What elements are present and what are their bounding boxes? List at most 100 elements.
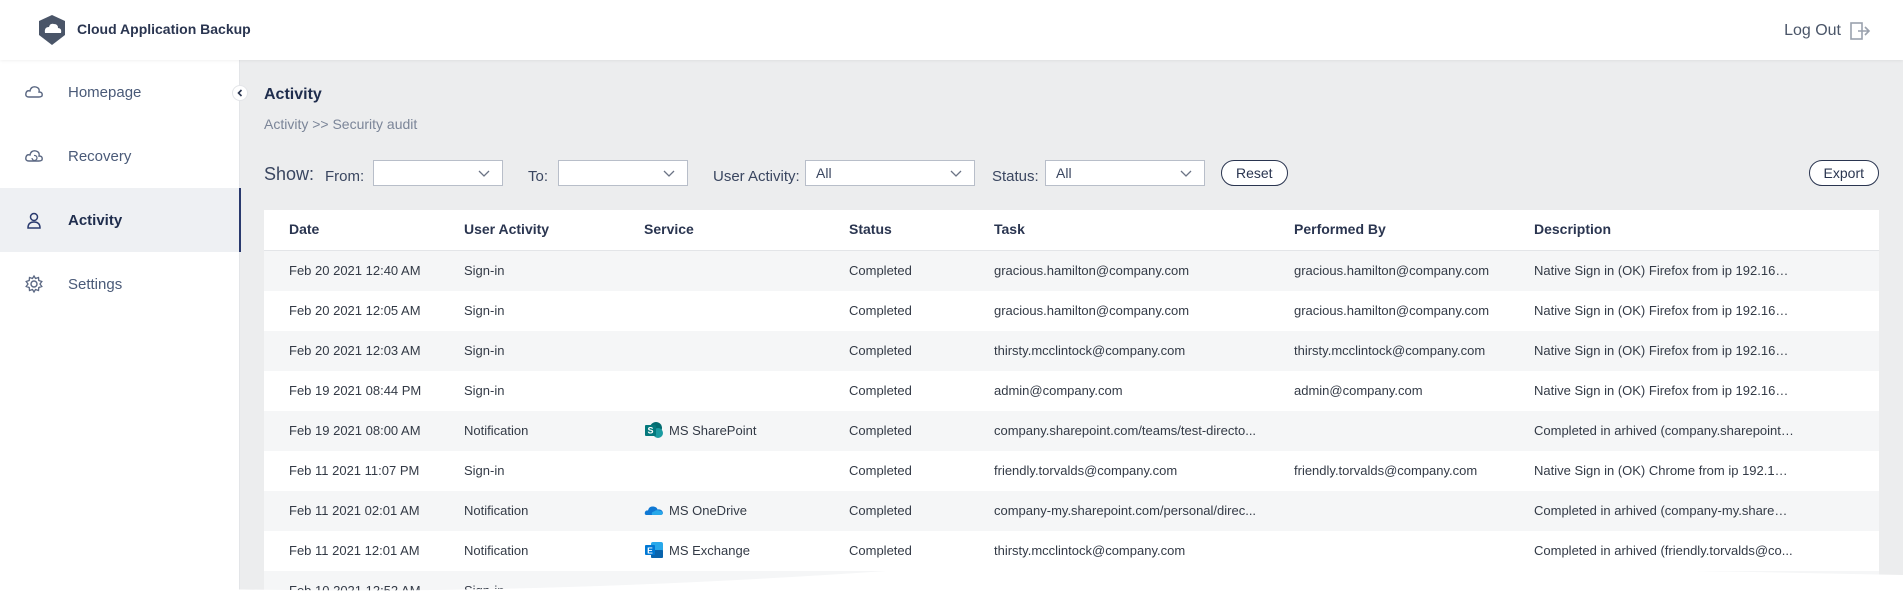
cell-date: Feb 20 2021 12:03 AM — [289, 343, 421, 358]
chevron-down-icon — [478, 170, 490, 177]
onedrive-icon — [644, 506, 663, 515]
cell-performed-by: gracious.hamilton@company.com — [1294, 303, 1490, 318]
from-label: From: — [325, 168, 365, 185]
table-row[interactable]: Feb 19 2021 08:00 AM Notification S MS S… — [264, 411, 1879, 451]
reset-button[interactable]: Reset — [1221, 160, 1288, 186]
table-row[interactable]: Feb 20 2021 12:40 AM Sign-in Completed g… — [264, 251, 1879, 291]
sidebar-item-label: Settings — [68, 275, 123, 293]
column-header-performed-by[interactable]: Performed By — [1294, 221, 1514, 237]
service-name: MS OneDrive — [669, 502, 748, 518]
top-bar: Cloud Application Backup Log Out — [0, 0, 1903, 60]
cell-status: Completed — [849, 423, 912, 438]
cell-status: Completed — [849, 503, 912, 518]
service-name: MS Exchange — [669, 542, 750, 558]
cell-status: Completed — [849, 343, 912, 358]
cell-user-activity: Notification — [464, 503, 529, 518]
user-activity-value: All — [816, 165, 832, 181]
user-activity-label: User Activity: — [713, 168, 800, 185]
cell-description: Completed in arhived (friendly.torvalds@… — [1534, 543, 1793, 558]
sharepoint-icon: S — [645, 422, 663, 438]
column-header-status[interactable]: Status — [849, 221, 979, 237]
sidebar-item-recovery[interactable]: Recovery — [0, 124, 239, 188]
cell-description: Native Sign in (OK) Firefox from ip 192.… — [1534, 303, 1794, 318]
sidebar-item-activity[interactable]: Activity — [0, 188, 241, 252]
service-name: MS SharePoint — [669, 422, 757, 438]
column-header-task[interactable]: Task — [994, 221, 1264, 237]
cell-date: Feb 11 2021 11:07 PM — [289, 463, 420, 478]
cell-date: Feb 20 2021 12:40 AM — [289, 263, 421, 278]
cell-service: MS OneDrive — [644, 500, 824, 520]
cell-task: thirsty.mcclintock@company.com — [994, 543, 1186, 558]
status-value: All — [1056, 165, 1072, 181]
to-date-select[interactable] — [558, 160, 688, 186]
cell-date: Feb 20 2021 12:05 AM — [289, 303, 421, 318]
table-header: Date User Activity Service Status Task P… — [264, 210, 1879, 251]
chevron-down-icon — [663, 170, 675, 177]
cell-task: gracious.hamilton@company.com — [994, 263, 1190, 278]
cell-description: Native Sign in (OK) Chrome from ip 192.1… — [1534, 463, 1794, 478]
cell-performed-by: gracious.hamilton@company.com — [1294, 263, 1490, 278]
cell-task: gracious.hamilton@company.com — [994, 303, 1190, 318]
logout-icon — [1850, 22, 1871, 40]
cell-user-activity: Sign-in — [464, 463, 505, 478]
user-activity-select[interactable]: All — [805, 160, 975, 186]
gear-icon — [25, 274, 43, 294]
breadcrumb[interactable]: Activity >> Security audit — [264, 116, 417, 132]
cloud-refresh-icon — [25, 150, 43, 162]
from-date-select[interactable] — [373, 160, 503, 186]
chevron-left-icon — [237, 89, 243, 97]
cell-description: Native Sign in (OK) Firefox from ip 192.… — [1534, 343, 1794, 358]
cell-description: Completed in arhived (company.sharepoint… — [1534, 423, 1794, 438]
svg-text:S: S — [647, 426, 653, 436]
cell-task: company-my.sharepoint.com/personal/direc… — [994, 503, 1257, 518]
cell-task: friendly.torvalds@company.com — [994, 463, 1178, 478]
activity-table: Date User Activity Service Status Task P… — [264, 210, 1879, 605]
cell-date: Feb 19 2021 08:00 AM — [289, 423, 421, 438]
filter-bar: Show: From: To: User Activity: All Statu… — [264, 160, 1879, 192]
to-label: To: — [528, 168, 549, 185]
column-header-user-activity[interactable]: User Activity — [464, 221, 614, 237]
cell-description: Native Sign in (OK) Firefox from ip 192.… — [1534, 383, 1794, 398]
page-title: Activity — [264, 86, 322, 103]
sidebar-item-homepage[interactable]: Homepage — [0, 60, 239, 124]
export-button[interactable]: Export — [1808, 160, 1879, 186]
column-header-service[interactable]: Service — [644, 221, 824, 237]
cell-status: Completed — [849, 303, 912, 318]
sidebar-item-settings[interactable]: Settings — [0, 252, 239, 316]
chevron-down-icon — [1180, 170, 1192, 177]
cell-status: Completed — [849, 463, 912, 478]
logout-button[interactable]: Log Out — [1784, 20, 1871, 42]
app-logo-icon[interactable] — [35, 13, 69, 47]
table-row[interactable]: Feb 11 2021 11:07 PM Sign-in Completed f… — [264, 451, 1879, 491]
chevron-down-icon — [950, 170, 962, 177]
status-select[interactable]: All — [1045, 160, 1205, 186]
table-row[interactable]: Feb 11 2021 02:01 AM Notification MS One… — [264, 491, 1879, 531]
cell-description: Native Sign in (OK) Firefox from ip 192.… — [1534, 263, 1794, 278]
cell-status: Completed — [849, 383, 912, 398]
cell-service: E MS Exchange — [644, 540, 824, 560]
table-row[interactable]: Feb 20 2021 12:05 AM Sign-in Completed g… — [264, 291, 1879, 331]
cell-description: Completed in arhived (company-my.sharepo… — [1534, 503, 1794, 518]
cell-date: Feb 11 2021 12:01 AM — [289, 543, 420, 558]
table-row[interactable]: Feb 19 2021 08:44 PM Sign-in Completed a… — [264, 371, 1879, 411]
sidebar-item-label: Recovery — [68, 147, 132, 165]
user-icon — [27, 212, 41, 229]
app-title: Cloud Application Backup — [77, 21, 251, 37]
cell-date: Feb 11 2021 02:01 AM — [289, 503, 420, 518]
cell-user-activity: Notification — [464, 423, 529, 438]
cell-user-activity: Sign-in — [464, 383, 505, 398]
table-row[interactable]: Feb 20 2021 12:03 AM Sign-in Completed t… — [264, 331, 1879, 371]
cell-status: Completed — [849, 543, 912, 558]
cell-user-activity: Notification — [464, 543, 529, 558]
sidebar-collapse-button[interactable] — [232, 85, 248, 101]
cell-date: Feb 19 2021 08:44 PM — [289, 383, 422, 398]
cell-status: Completed — [849, 263, 912, 278]
cell-user-activity: Sign-in — [464, 303, 505, 318]
column-header-date[interactable]: Date — [289, 221, 429, 237]
cell-performed-by: friendly.torvalds@company.com — [1294, 463, 1478, 478]
cell-user-activity: Sign-in — [464, 343, 505, 358]
cell-performed-by: thirsty.mcclintock@company.com — [1294, 343, 1486, 358]
svg-text:E: E — [647, 546, 653, 556]
cell-user-activity: Sign-in — [464, 263, 505, 278]
column-header-description[interactable]: Description — [1534, 221, 1794, 237]
